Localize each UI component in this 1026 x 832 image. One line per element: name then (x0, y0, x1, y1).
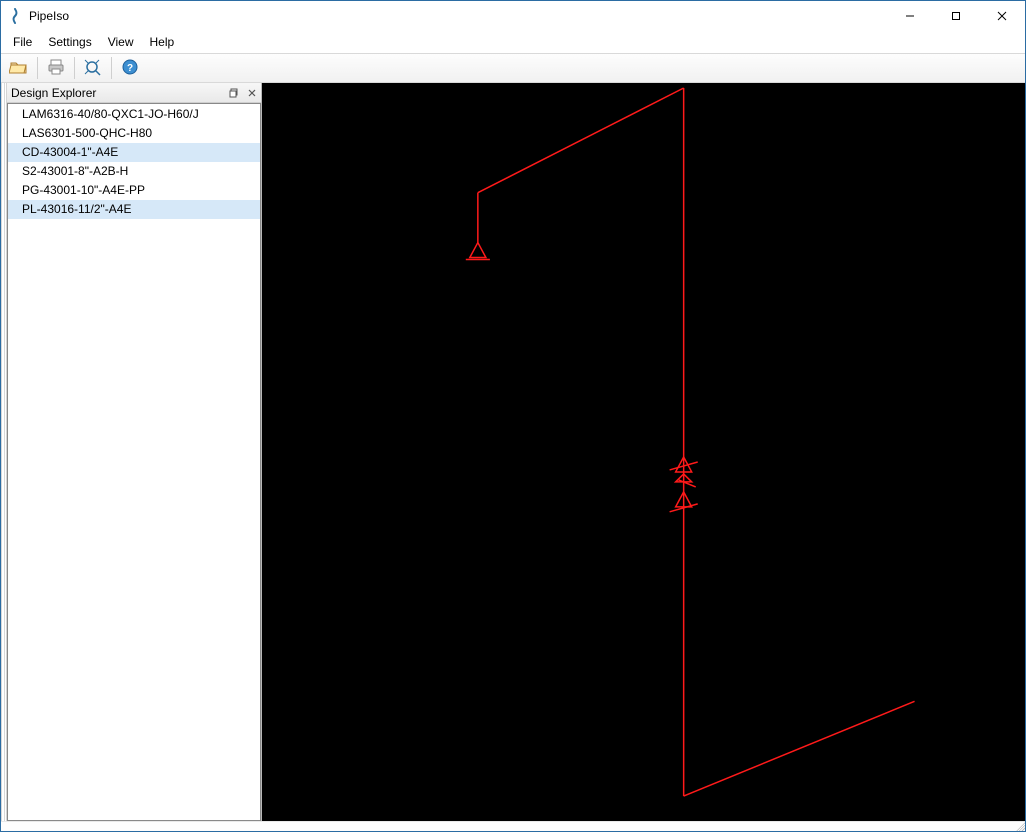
minimize-button[interactable] (887, 1, 933, 31)
tree-item[interactable]: CD-43004-1"-A4E (8, 143, 260, 162)
design-explorer-panel: Design Explorer LAM6316-40/80-QXC1-JO-H6… (7, 83, 262, 821)
menu-help[interactable]: Help (142, 33, 183, 51)
help-icon: ? (120, 58, 140, 79)
toolbar-separator (74, 57, 75, 79)
menubar: File Settings View Help (1, 31, 1025, 53)
print-icon (46, 58, 66, 79)
menu-view[interactable]: View (100, 33, 142, 51)
design-explorer-header: Design Explorer (7, 83, 261, 103)
tree-item[interactable]: PG-43001-10"-A4E-PP (8, 181, 260, 200)
open-button[interactable] (5, 55, 33, 81)
print-button[interactable] (42, 55, 70, 81)
toolbar-separator (111, 57, 112, 79)
menu-settings[interactable]: Settings (40, 33, 99, 51)
design-explorer-title: Design Explorer (11, 86, 96, 100)
tree-item[interactable]: LAM6316-40/80-QXC1-JO-H60/J (8, 105, 260, 124)
help-button[interactable]: ? (116, 55, 144, 81)
toolbar-separator (37, 57, 38, 79)
zoom-extents-button[interactable] (79, 55, 107, 81)
viewport-3d[interactable] (262, 83, 1025, 821)
zoom-extents-icon (83, 58, 103, 79)
close-button[interactable] (979, 1, 1025, 31)
panel-float-button[interactable] (225, 85, 243, 101)
design-explorer-tree[interactable]: LAM6316-40/80-QXC1-JO-H60/JLAS6301-500-Q… (7, 103, 261, 821)
app-title: PipeIso (29, 9, 887, 23)
titlebar: PipeIso (1, 1, 1025, 31)
maximize-button[interactable] (933, 1, 979, 31)
tree-item[interactable]: LAS6301-500-QHC-H80 (8, 124, 260, 143)
tree-item[interactable]: PL-43016-11/2"-A4E (8, 200, 260, 219)
tree-item[interactable]: S2-43001-8"-A2B-H (8, 162, 260, 181)
statusbar (1, 821, 1025, 831)
resize-grip[interactable] (1013, 821, 1025, 831)
svg-text:?: ? (127, 63, 133, 74)
open-folder-icon (9, 58, 29, 79)
app-window: PipeIso File Settings View Help (0, 0, 1026, 832)
window-controls (887, 1, 1025, 31)
panel-close-button[interactable] (243, 85, 261, 101)
app-icon (7, 8, 23, 24)
menu-file[interactable]: File (5, 33, 40, 51)
main-area: Design Explorer LAM6316-40/80-QXC1-JO-H6… (1, 83, 1025, 821)
toolbar: ? (1, 53, 1025, 83)
